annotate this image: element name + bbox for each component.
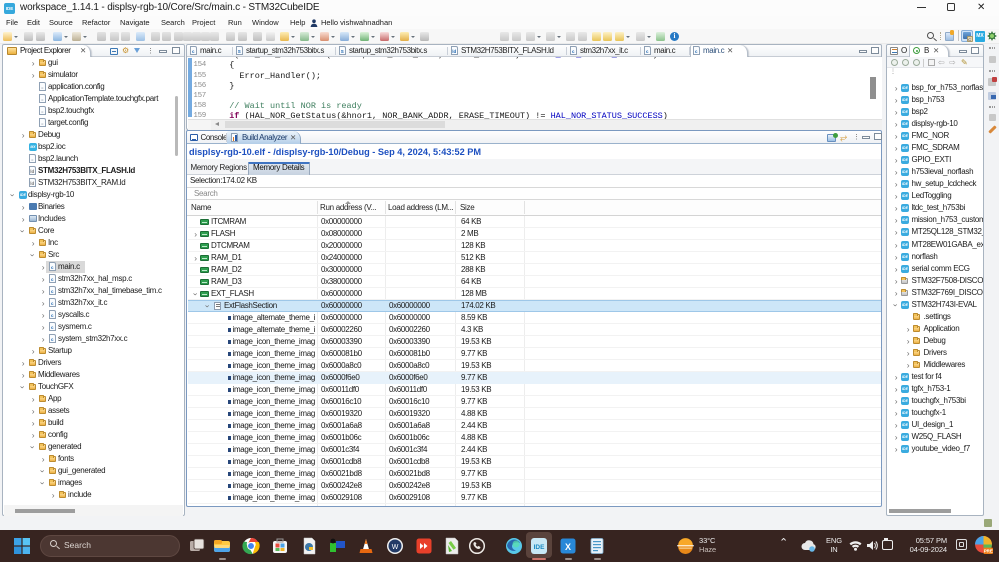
svg-text:W: W [392, 544, 399, 551]
svg-text:PRE: PRE [984, 549, 993, 554]
svg-text:X: X [565, 542, 571, 552]
svg-text:IDE: IDE [534, 544, 546, 551]
